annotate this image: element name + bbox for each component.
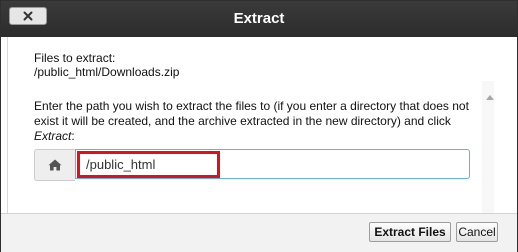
home-addon	[34, 149, 75, 181]
dialog-footer: Extract Files Cancel	[1, 213, 517, 252]
extract-files-button[interactable]: Extract Files	[369, 222, 451, 242]
dialog-title: Extract	[233, 10, 285, 27]
content-scrollbar[interactable]	[482, 81, 494, 213]
dialog-titlebar: Extract	[1, 1, 517, 37]
home-icon	[48, 159, 62, 171]
extract-instructions: Enter the path you wish to extract the f…	[34, 99, 479, 144]
files-to-extract-label: Files to extract:	[34, 51, 116, 65]
instructions-action: Extract	[34, 129, 72, 143]
extract-path-group	[34, 149, 472, 181]
scroll-up-arrow-icon[interactable]	[486, 95, 494, 100]
instructions-colon: :	[71, 129, 75, 143]
cancel-button[interactable]: Cancel	[456, 222, 498, 242]
extract-path-input[interactable]	[75, 149, 470, 179]
files-to-extract-path: /public_html/Downloads.zip	[34, 65, 180, 79]
extract-dialog: Extract Files to extract: /public_html/D…	[0, 0, 518, 252]
instructions-text: Enter the path you wish to extract the f…	[34, 99, 469, 128]
dialog-content: Files to extract: /public_html/Downloads…	[7, 37, 494, 213]
